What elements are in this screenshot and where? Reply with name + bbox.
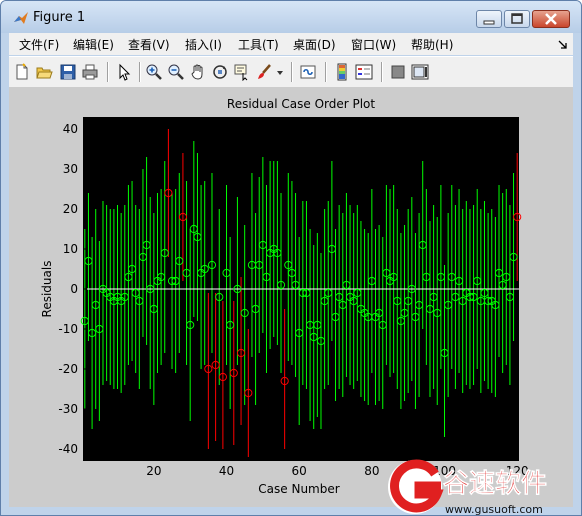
menu-tools[interactable]: 工具(T) — [238, 36, 279, 53]
zoom-in-icon[interactable] — [145, 63, 163, 81]
chart-title: Residual Case Order Plot — [227, 97, 376, 111]
maximize-icon — [511, 13, 523, 24]
print-icon[interactable] — [81, 63, 99, 81]
close-button[interactable] — [532, 10, 570, 28]
x-axis-label: Case Number — [258, 482, 339, 496]
y-axis-label: Residuals — [40, 261, 54, 318]
x-tick-label: 40 — [219, 464, 234, 478]
data-cursor-icon[interactable] — [233, 63, 251, 81]
dock-arrow-icon[interactable] — [557, 38, 569, 50]
menu-bar: 文件(F) 编辑(E) 查看(V) 插入(I) 工具(T) 桌面(D) 窗口(W… — [9, 33, 573, 55]
title-bar[interactable]: Figure 1 — [1, 1, 581, 33]
y-tick-label: 20 — [63, 202, 78, 216]
brush-icon[interactable] — [255, 63, 273, 81]
y-tick-label: -20 — [58, 362, 78, 376]
figure-canvas: 20 40 60 80 100 120 -40 -30 -20 -10 0 10 20 30 40 Resi… — [9, 87, 573, 507]
watermark-url: www.gusuoft.com — [445, 503, 543, 516]
pan-hand-icon[interactable] — [189, 63, 207, 81]
y-tick-label: -40 — [58, 442, 78, 456]
figure-toolbar — [9, 56, 573, 88]
y-tick-label: 10 — [63, 242, 78, 256]
toolbar-separator — [325, 62, 327, 82]
brush-dropdown-icon[interactable] — [275, 63, 285, 81]
open-folder-icon[interactable] — [35, 63, 53, 81]
y-tick-label: 0 — [70, 282, 78, 296]
watermark: 谷速软件 www.gusuoft.com — [388, 459, 547, 516]
y-tick-label: 30 — [63, 162, 78, 176]
y-tick-label: -10 — [58, 322, 78, 336]
new-file-icon[interactable] — [13, 63, 31, 81]
watermark-brand: 谷速软件 — [443, 469, 547, 499]
y-tick-label: 40 — [63, 122, 78, 136]
minimize-button[interactable] — [476, 10, 502, 28]
menu-view[interactable]: 查看(V) — [128, 36, 170, 53]
toolbar-separator — [107, 62, 109, 82]
menu-desktop[interactable]: 桌面(D) — [293, 36, 336, 53]
minimize-icon — [483, 20, 495, 25]
close-icon — [545, 13, 557, 25]
maximize-button[interactable] — [504, 10, 530, 28]
toolbar-separator — [291, 62, 293, 82]
zoom-out-icon[interactable] — [167, 63, 185, 81]
figure-window: Figure 1 文件(F) 编辑(E) 查看(V) 插入(I) 工具(T) 桌… — [0, 0, 582, 516]
hide-plot-tools-icon[interactable] — [389, 63, 407, 81]
window-title: Figure 1 — [33, 10, 86, 25]
toolbar-separator — [139, 62, 141, 82]
rotate-3d-icon[interactable] — [211, 63, 229, 81]
y-tick-label: -30 — [58, 402, 78, 416]
menu-edit[interactable]: 编辑(E) — [73, 36, 114, 53]
residual-plot[interactable]: 20 40 60 80 100 120-40-30-20-10010203040 Resi… — [9, 87, 573, 507]
menu-insert[interactable]: 插入(I) — [185, 36, 222, 53]
link-plot-icon[interactable] — [299, 63, 317, 81]
pointer-icon[interactable] — [115, 63, 133, 81]
legend-icon[interactable] — [355, 63, 373, 81]
matlab-logo-icon — [14, 12, 28, 24]
x-tick-label: 60 — [292, 464, 307, 478]
menu-window[interactable]: 窗口(W) — [351, 36, 396, 53]
colorbar-icon[interactable] — [333, 63, 351, 81]
x-tick-label: 80 — [364, 464, 379, 478]
toolbar-separator — [381, 62, 383, 82]
save-icon[interactable] — [59, 63, 77, 81]
menu-help[interactable]: 帮助(H) — [411, 36, 453, 53]
show-plot-tools-icon[interactable] — [411, 63, 429, 81]
x-tick-label: 20 — [146, 464, 161, 478]
menu-file[interactable]: 文件(F) — [19, 36, 59, 53]
